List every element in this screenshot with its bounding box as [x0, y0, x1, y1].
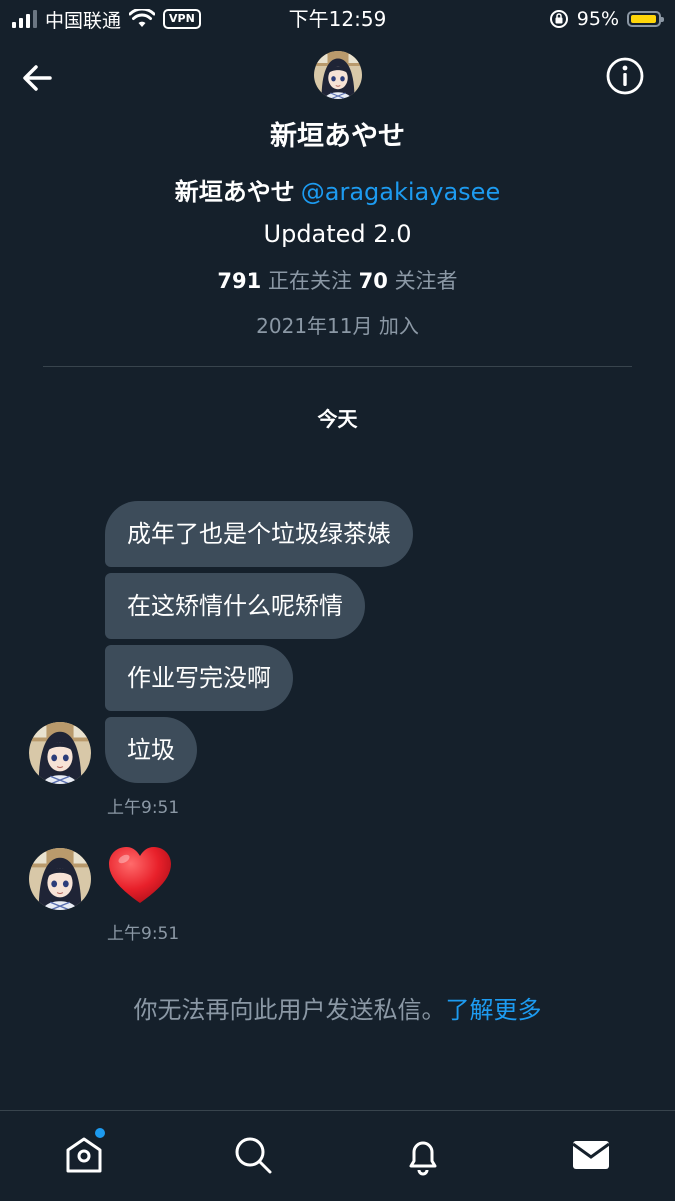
profile-handle: @aragakiayasee — [300, 178, 501, 206]
header-avatar[interactable] — [314, 51, 362, 99]
message-bubble[interactable]: 作业写完没啊 — [105, 645, 293, 711]
battery-percent: 95% — [576, 8, 619, 30]
following-label[interactable]: 正在关注 — [268, 269, 352, 293]
joined-date: 2021年11月 加入 — [256, 314, 419, 338]
conversation-title: 新垣あやせ — [270, 121, 405, 152]
message-bubble[interactable]: 垃圾 — [105, 717, 197, 783]
sender-avatar[interactable] — [29, 848, 91, 910]
profile-bio: Updated 2.0 — [263, 220, 412, 248]
message-timestamp: 上午9:51 — [107, 798, 180, 818]
following-count[interactable]: 791 — [217, 269, 261, 293]
home-icon[interactable] — [62, 1133, 106, 1177]
status-bar: 中国联通 VPN 下午12:59 95% — [0, 0, 675, 38]
learn-more-link[interactable]: 了解更多 — [446, 996, 542, 1024]
orientation-lock-icon — [549, 10, 568, 28]
followers-count[interactable]: 70 — [359, 269, 388, 293]
message-bubble[interactable]: 在这矫情什么呢矫情 — [105, 573, 365, 639]
search-icon[interactable] — [231, 1133, 275, 1177]
status-right: 95% — [549, 6, 664, 32]
info-icon[interactable] — [605, 56, 645, 96]
battery-icon — [627, 11, 664, 27]
divider — [43, 366, 632, 367]
followers-label[interactable]: 关注者 — [395, 269, 458, 293]
mail-icon[interactable] — [569, 1133, 613, 1177]
heart-emoji-icon[interactable] — [106, 845, 174, 907]
bell-icon[interactable] — [401, 1133, 445, 1177]
dm-disabled-notice: 你无法再向此用户发送私信。了解更多 — [0, 990, 675, 1025]
message-bubble[interactable]: 成年了也是个垃圾绿茶婊 — [105, 501, 413, 567]
day-separator: 今天 — [317, 407, 358, 431]
message-timestamp: 上午9:51 — [107, 924, 180, 944]
profile-display-name: 新垣あやせ — [174, 178, 295, 206]
back-arrow-icon[interactable] — [18, 58, 58, 98]
notice-text: 你无法再向此用户发送私信。 — [133, 996, 446, 1024]
notification-dot — [95, 1128, 105, 1138]
bottom-navigation — [0, 1110, 675, 1201]
profile-name-line[interactable]: 新垣あやせ @aragakiayasee — [0, 172, 675, 207]
follow-stats: 791 正在关注 70 关注者 — [0, 265, 675, 295]
sender-avatar[interactable] — [29, 722, 91, 784]
